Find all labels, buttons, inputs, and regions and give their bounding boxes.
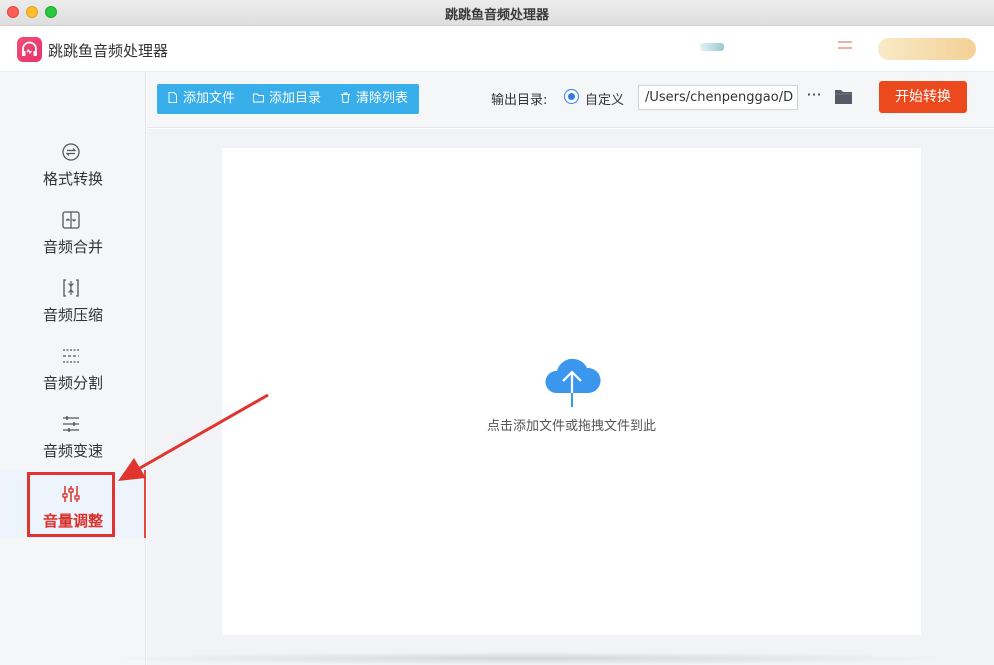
sidebar-item-label: 音频压缩 (42, 306, 103, 324)
speed-icon (61, 414, 81, 434)
trash-icon (341, 92, 350, 103)
sidebar-item-audio-split[interactable]: 音频分割 (0, 346, 146, 410)
start-convert-button[interactable]: 开始转换 (879, 81, 967, 113)
annotation-highlight-box (27, 472, 115, 537)
output-path-field[interactable]: /Users/chenpenggao/D (638, 85, 798, 110)
folder-icon (253, 93, 264, 103)
format-convert-icon (61, 142, 81, 162)
app-header: 跳跳鱼音频处理器 (0, 27, 994, 72)
toolbar: 添加文件 添加目录 清除列表 输出目录: 自定义 /Users/chenpeng… (147, 72, 994, 128)
sidebar-item-audio-merge[interactable]: 音频合并 (0, 210, 146, 274)
active-indicator (144, 470, 146, 538)
output-dir-label: 输出目录: (491, 93, 548, 108)
custom-output-radio[interactable] (564, 89, 579, 104)
merge-icon (61, 210, 81, 230)
header-blurred-item (838, 41, 852, 49)
window-bottom-shadow (100, 652, 960, 665)
clear-list-label: 清除列表 (356, 91, 409, 106)
more-options-button[interactable]: ··· (804, 86, 824, 106)
window-title: 跳跳鱼音频处理器 (444, 8, 549, 23)
window-titlebar: 跳跳鱼音频处理器 (0, 0, 994, 26)
header-blurred-badge[interactable] (878, 38, 976, 60)
sidebar-item-label: 格式转换 (42, 170, 103, 188)
sidebar-item-audio-speed[interactable]: 音频变速 (0, 414, 146, 478)
cloud-upload-icon (542, 353, 602, 407)
compress-icon (61, 278, 81, 298)
sidebar-item-label: 音频合并 (42, 238, 103, 256)
header-blurred-item (700, 43, 724, 51)
add-file-label: 添加文件 (183, 91, 236, 106)
sidebar-item-audio-compress[interactable]: 音频压缩 (0, 278, 146, 342)
dropzone-hint: 点击添加文件或拖拽文件到此 (486, 419, 656, 434)
sidebar-item-format-convert[interactable]: 格式转换 (0, 142, 146, 206)
open-folder-icon[interactable] (834, 88, 854, 106)
clear-list-button[interactable]: 清除列表 (340, 84, 408, 114)
app-logo-icon (17, 37, 42, 62)
custom-output-label[interactable]: 自定义 (585, 89, 624, 108)
file-button-group: 添加文件 添加目录 清除列表 (157, 84, 419, 114)
file-icon (168, 92, 177, 103)
add-folder-button[interactable]: 添加目录 (253, 84, 321, 114)
sidebar-item-label: 音频分割 (42, 374, 103, 392)
split-icon (61, 346, 81, 366)
sidebar-item-volume-adjust[interactable]: 音量调整 (0, 470, 146, 538)
sidebar-item-label: 音频变速 (42, 442, 103, 460)
app-name: 跳跳鱼音频处理器 (48, 42, 169, 60)
add-file-button[interactable]: 添加文件 (167, 84, 235, 114)
sidebar: 格式转换 音频合并 音频压缩 音频分割 音频变速 音量调整 (0, 72, 146, 665)
file-dropzone[interactable]: 点击添加文件或拖拽文件到此 (222, 148, 921, 635)
add-folder-label: 添加目录 (269, 91, 322, 106)
